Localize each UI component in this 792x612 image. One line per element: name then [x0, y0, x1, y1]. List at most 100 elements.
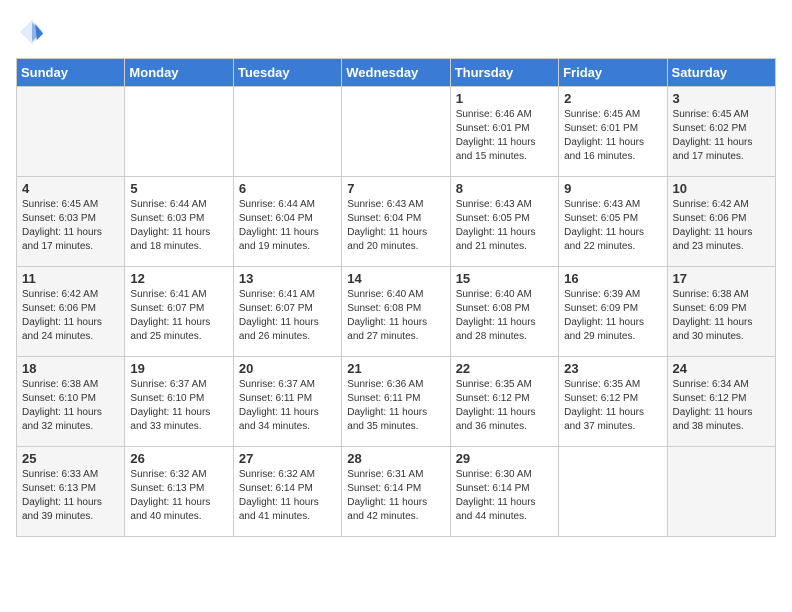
header-row: SundayMondayTuesdayWednesdayThursdayFrid… — [17, 59, 776, 87]
day-number: 11 — [22, 271, 119, 286]
calendar-cell: 24 Sunrise: 6:34 AM Sunset: 6:12 PM Dayli… — [667, 357, 775, 447]
header-friday: Friday — [559, 59, 667, 87]
calendar-cell: 14 Sunrise: 6:40 AM Sunset: 6:08 PM Dayli… — [342, 267, 450, 357]
calendar-cell — [125, 87, 233, 177]
day-info: Sunrise: 6:39 AM Sunset: 6:09 PM Dayligh… — [564, 288, 661, 344]
day-info: Sunrise: 6:32 AM Sunset: 6:14 PM Dayligh… — [239, 468, 336, 524]
calendar-cell: 16Sunrise: 6:39 AM Sunset: 6:09 PM Dayli… — [559, 267, 667, 357]
day-info: Sunrise: 6:40 AM Sunset: 6:08 PM Dayligh… — [456, 288, 553, 344]
day-info: Sunrise: 6:38 AM Sunset: 6:09 PM Dayligh… — [673, 288, 770, 344]
header-monday: Monday — [125, 59, 233, 87]
calendar-cell: 10 Sunrise: 6:42 AM Sunset: 6:06 PM Dayli… — [667, 177, 775, 267]
day-number: 28 — [347, 451, 444, 466]
day-info: Sunrise: 6:44 AM Sunset: 6:03 PM Dayligh… — [130, 198, 227, 254]
calendar-cell: 2Sunrise: 6:45 AM Sunset: 6:01 PM Daylig… — [559, 87, 667, 177]
calendar-cell: 6 Sunrise: 6:44 AM Sunset: 6:04 PM Daylig… — [233, 177, 341, 267]
day-info: Sunrise: 6:37 AM Sunset: 6:10 PM Dayligh… — [130, 378, 227, 434]
header-thursday: Thursday — [450, 59, 558, 87]
calendar-table: SundayMondayTuesdayWednesdayThursdayFrid… — [16, 58, 776, 537]
day-info: Sunrise: 6:33 AM Sunset: 6:13 PM Dayligh… — [22, 468, 119, 524]
day-info: Sunrise: 6:41 AM Sunset: 6:07 PM Dayligh… — [239, 288, 336, 344]
calendar-cell: 9 Sunrise: 6:43 AM Sunset: 6:05 PM Daylig… — [559, 177, 667, 267]
day-number: 2 — [564, 91, 661, 106]
day-info: Sunrise: 6:45 AM Sunset: 6:02 PM Dayligh… — [673, 108, 770, 164]
page-header — [16, 16, 776, 48]
day-info: Sunrise: 6:41 AM Sunset: 6:07 PM Dayligh… — [130, 288, 227, 344]
calendar-cell — [17, 87, 125, 177]
day-info: Sunrise: 6:43 AM Sunset: 6:05 PM Dayligh… — [564, 198, 661, 254]
day-info: Sunrise: 6:44 AM Sunset: 6:04 PM Dayligh… — [239, 198, 336, 254]
calendar-cell: 12 Sunrise: 6:41 AM Sunset: 6:07 PM Dayli… — [125, 267, 233, 357]
calendar-cell: 4 Sunrise: 6:45 AM Sunset: 6:03 PM Daylig… — [17, 177, 125, 267]
day-number: 25 — [22, 451, 119, 466]
calendar-cell: 8 Sunrise: 6:43 AM Sunset: 6:05 PM Daylig… — [450, 177, 558, 267]
header-tuesday: Tuesday — [233, 59, 341, 87]
logo-icon — [16, 16, 48, 48]
calendar-cell: 13 Sunrise: 6:41 AM Sunset: 6:07 PM Dayli… — [233, 267, 341, 357]
header-sunday: Sunday — [17, 59, 125, 87]
day-number: 23 — [564, 361, 661, 376]
day-number: 4 — [22, 181, 119, 196]
day-info: Sunrise: 6:35 AM Sunset: 6:12 PM Dayligh… — [564, 378, 661, 434]
day-info: Sunrise: 6:35 AM Sunset: 6:12 PM Dayligh… — [456, 378, 553, 434]
calendar-cell: 23 Sunrise: 6:35 AM Sunset: 6:12 PM Dayli… — [559, 357, 667, 447]
calendar-cell: 5 Sunrise: 6:44 AM Sunset: 6:03 PM Daylig… — [125, 177, 233, 267]
day-number: 14 — [347, 271, 444, 286]
day-info: Sunrise: 6:36 AM Sunset: 6:11 PM Dayligh… — [347, 378, 444, 434]
calendar-cell: 15 Sunrise: 6:40 AM Sunset: 6:08 PM Dayli… — [450, 267, 558, 357]
day-number: 22 — [456, 361, 553, 376]
day-number: 24 — [673, 361, 770, 376]
day-number: 9 — [564, 181, 661, 196]
calendar-cell: 27 Sunrise: 6:32 AM Sunset: 6:14 PM Dayli… — [233, 447, 341, 537]
calendar-cell — [559, 447, 667, 537]
calendar-cell — [233, 87, 341, 177]
day-info: Sunrise: 6:42 AM Sunset: 6:06 PM Dayligh… — [22, 288, 119, 344]
header-wednesday: Wednesday — [342, 59, 450, 87]
day-info: Sunrise: 6:30 AM Sunset: 6:14 PM Dayligh… — [456, 468, 553, 524]
header-saturday: Saturday — [667, 59, 775, 87]
day-info: Sunrise: 6:42 AM Sunset: 6:06 PM Dayligh… — [673, 198, 770, 254]
week-row-2: 11 Sunrise: 6:42 AM Sunset: 6:06 PM Dayli… — [17, 267, 776, 357]
day-info: Sunrise: 6:32 AM Sunset: 6:13 PM Dayligh… — [130, 468, 227, 524]
day-number: 19 — [130, 361, 227, 376]
day-info: Sunrise: 6:34 AM Sunset: 6:12 PM Dayligh… — [673, 378, 770, 434]
calendar-cell — [342, 87, 450, 177]
day-number: 7 — [347, 181, 444, 196]
day-info: Sunrise: 6:46 AM Sunset: 6:01 PM Dayligh… — [456, 108, 553, 164]
day-number: 15 — [456, 271, 553, 286]
day-info: Sunrise: 6:37 AM Sunset: 6:11 PM Dayligh… — [239, 378, 336, 434]
day-number: 10 — [673, 181, 770, 196]
day-number: 1 — [456, 91, 553, 106]
calendar-cell: 17Sunrise: 6:38 AM Sunset: 6:09 PM Dayli… — [667, 267, 775, 357]
calendar-cell: 22 Sunrise: 6:35 AM Sunset: 6:12 PM Dayli… — [450, 357, 558, 447]
calendar-cell: 19 Sunrise: 6:37 AM Sunset: 6:10 PM Dayli… — [125, 357, 233, 447]
day-number: 21 — [347, 361, 444, 376]
day-info: Sunrise: 6:38 AM Sunset: 6:10 PM Dayligh… — [22, 378, 119, 434]
day-number: 8 — [456, 181, 553, 196]
day-number: 12 — [130, 271, 227, 286]
calendar-cell: 11 Sunrise: 6:42 AM Sunset: 6:06 PM Dayli… — [17, 267, 125, 357]
day-number: 26 — [130, 451, 227, 466]
calendar-cell: 28Sunrise: 6:31 AM Sunset: 6:14 PM Dayli… — [342, 447, 450, 537]
calendar-cell: 7Sunrise: 6:43 AM Sunset: 6:04 PM Daylig… — [342, 177, 450, 267]
calendar-cell: 1 Sunrise: 6:46 AM Sunset: 6:01 PM Daylig… — [450, 87, 558, 177]
day-number: 13 — [239, 271, 336, 286]
calendar-cell: 26 Sunrise: 6:32 AM Sunset: 6:13 PM Dayli… — [125, 447, 233, 537]
week-row-0: 1 Sunrise: 6:46 AM Sunset: 6:01 PM Daylig… — [17, 87, 776, 177]
day-number: 29 — [456, 451, 553, 466]
day-number: 3 — [673, 91, 770, 106]
day-number: 5 — [130, 181, 227, 196]
calendar-cell: 25 Sunrise: 6:33 AM Sunset: 6:13 PM Dayli… — [17, 447, 125, 537]
calendar-cell — [667, 447, 775, 537]
week-row-4: 25 Sunrise: 6:33 AM Sunset: 6:13 PM Dayli… — [17, 447, 776, 537]
day-info: Sunrise: 6:45 AM Sunset: 6:03 PM Dayligh… — [22, 198, 119, 254]
week-row-3: 18Sunrise: 6:38 AM Sunset: 6:10 PM Dayli… — [17, 357, 776, 447]
calendar-cell: 3 Sunrise: 6:45 AM Sunset: 6:02 PM Daylig… — [667, 87, 775, 177]
day-info: Sunrise: 6:43 AM Sunset: 6:05 PM Dayligh… — [456, 198, 553, 254]
day-number: 27 — [239, 451, 336, 466]
day-number: 20 — [239, 361, 336, 376]
day-info: Sunrise: 6:40 AM Sunset: 6:08 PM Dayligh… — [347, 288, 444, 344]
calendar-cell: 20 Sunrise: 6:37 AM Sunset: 6:11 PM Dayli… — [233, 357, 341, 447]
day-number: 6 — [239, 181, 336, 196]
calendar-cell: 29 Sunrise: 6:30 AM Sunset: 6:14 PM Dayli… — [450, 447, 558, 537]
